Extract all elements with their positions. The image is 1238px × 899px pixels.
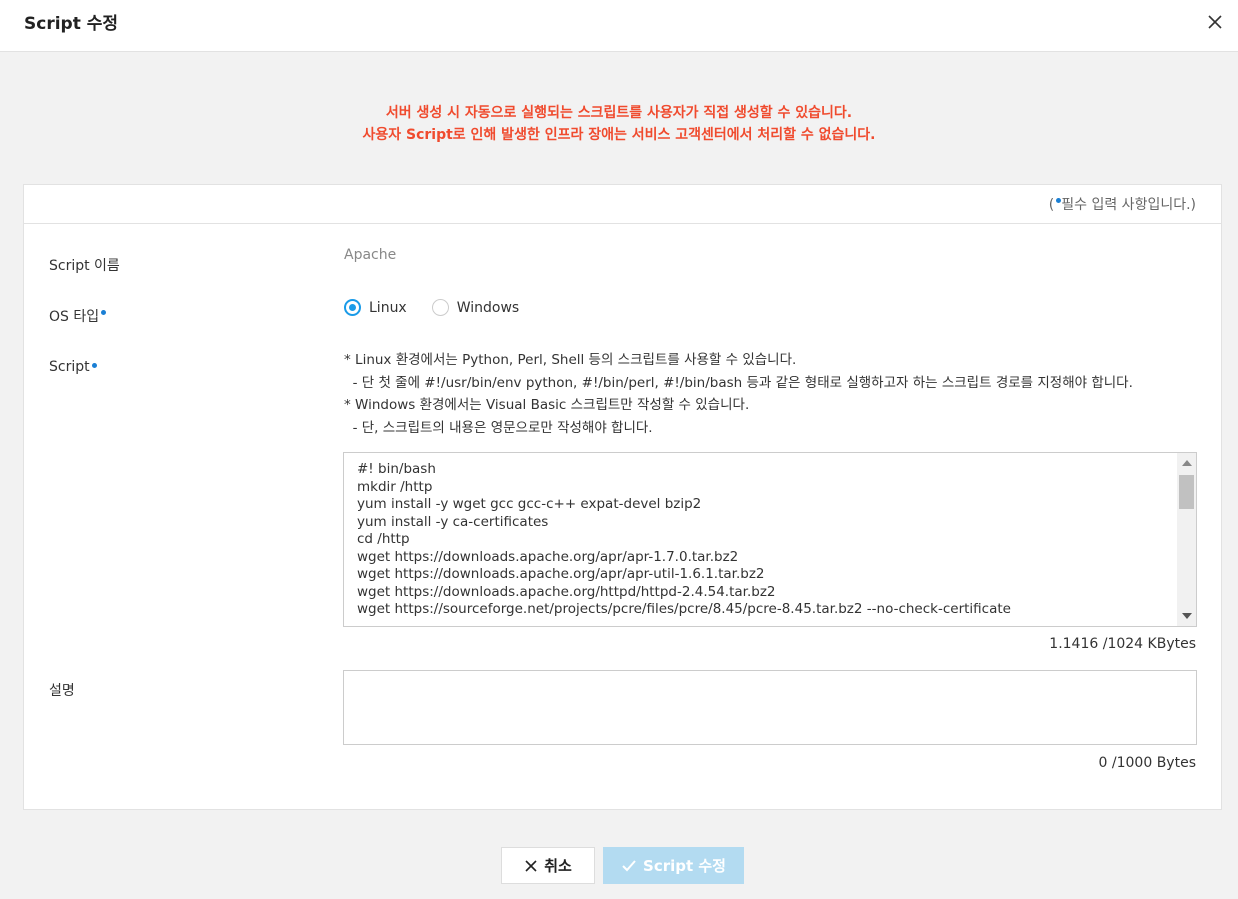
- os-type-label: OS 타입: [49, 306, 107, 326]
- script-name-value: Apache: [344, 247, 397, 263]
- check-icon: [621, 859, 637, 873]
- scroll-up-arrow-icon[interactable]: [1182, 460, 1192, 466]
- script-guide-text: * Linux 환경에서는 Python, Perl, Shell 등의 스크립…: [344, 352, 1133, 437]
- close-icon: [524, 859, 538, 873]
- radio-unchecked-icon[interactable]: [431, 299, 449, 316]
- scroll-thumb[interactable]: [1179, 475, 1194, 509]
- script-scrollbar[interactable]: [1177, 453, 1196, 626]
- required-note: ( 필수 입력 사항입니다.): [1049, 194, 1196, 214]
- os-type-radio-group: Linux Windows: [344, 299, 544, 316]
- cancel-button[interactable]: 취소: [501, 847, 595, 884]
- os-radio-linux[interactable]: Linux: [344, 299, 407, 316]
- os-radio-windows-label: Windows: [456, 299, 520, 316]
- os-radio-windows[interactable]: Windows: [431, 299, 520, 316]
- script-label: Script: [49, 359, 97, 375]
- description-size-counter: 0 /1000 Bytes: [1098, 755, 1196, 771]
- script-content[interactable]: #! bin/bash mkdir /http yum install -y w…: [357, 461, 1011, 619]
- script-size-counter: 1.1416 /1024 KBytes: [1049, 636, 1196, 652]
- save-script-button[interactable]: Script 수정: [603, 847, 744, 884]
- required-dot-icon: [101, 310, 107, 315]
- notice-line-2: 사용자 Script로 인해 발생한 인프라 장애는 서비스 고객센터에서 처리…: [362, 127, 876, 143]
- script-name-label: Script 이름: [49, 258, 120, 274]
- required-note-row: ( 필수 입력 사항입니다.): [24, 185, 1221, 224]
- os-radio-linux-label: Linux: [369, 299, 407, 316]
- description-label: 설명: [49, 683, 75, 699]
- description-input[interactable]: [343, 670, 1197, 745]
- os-type-label-text: OS 타입: [49, 309, 100, 325]
- script-editor[interactable]: #! bin/bash mkdir /http yum install -y w…: [343, 452, 1197, 627]
- close-icon[interactable]: [1205, 12, 1225, 32]
- script-label-text: Script: [49, 359, 90, 375]
- modal-title: Script 수정: [24, 14, 119, 34]
- modal-header: Script 수정: [0, 0, 1238, 52]
- form-panel: ( 필수 입력 사항입니다.) Script 이름 Apache OS 타입 Li…: [23, 184, 1222, 810]
- radio-checked-icon[interactable]: [344, 299, 361, 316]
- required-note-text: 필수 입력 사항입니다.): [1061, 197, 1196, 213]
- warning-notice: 서버 생성 시 자동으로 실행되는 스크립트를 사용자가 직접 생성할 수 있습…: [0, 102, 1238, 146]
- scroll-down-arrow-icon[interactable]: [1182, 613, 1192, 619]
- save-script-button-label: Script 수정: [643, 857, 726, 875]
- notice-line-1: 서버 생성 시 자동으로 실행되는 스크립트를 사용자가 직접 생성할 수 있습…: [385, 105, 853, 121]
- required-dot-icon: [91, 363, 97, 368]
- required-note-paren: (: [1048, 197, 1055, 213]
- cancel-button-label: 취소: [544, 857, 572, 875]
